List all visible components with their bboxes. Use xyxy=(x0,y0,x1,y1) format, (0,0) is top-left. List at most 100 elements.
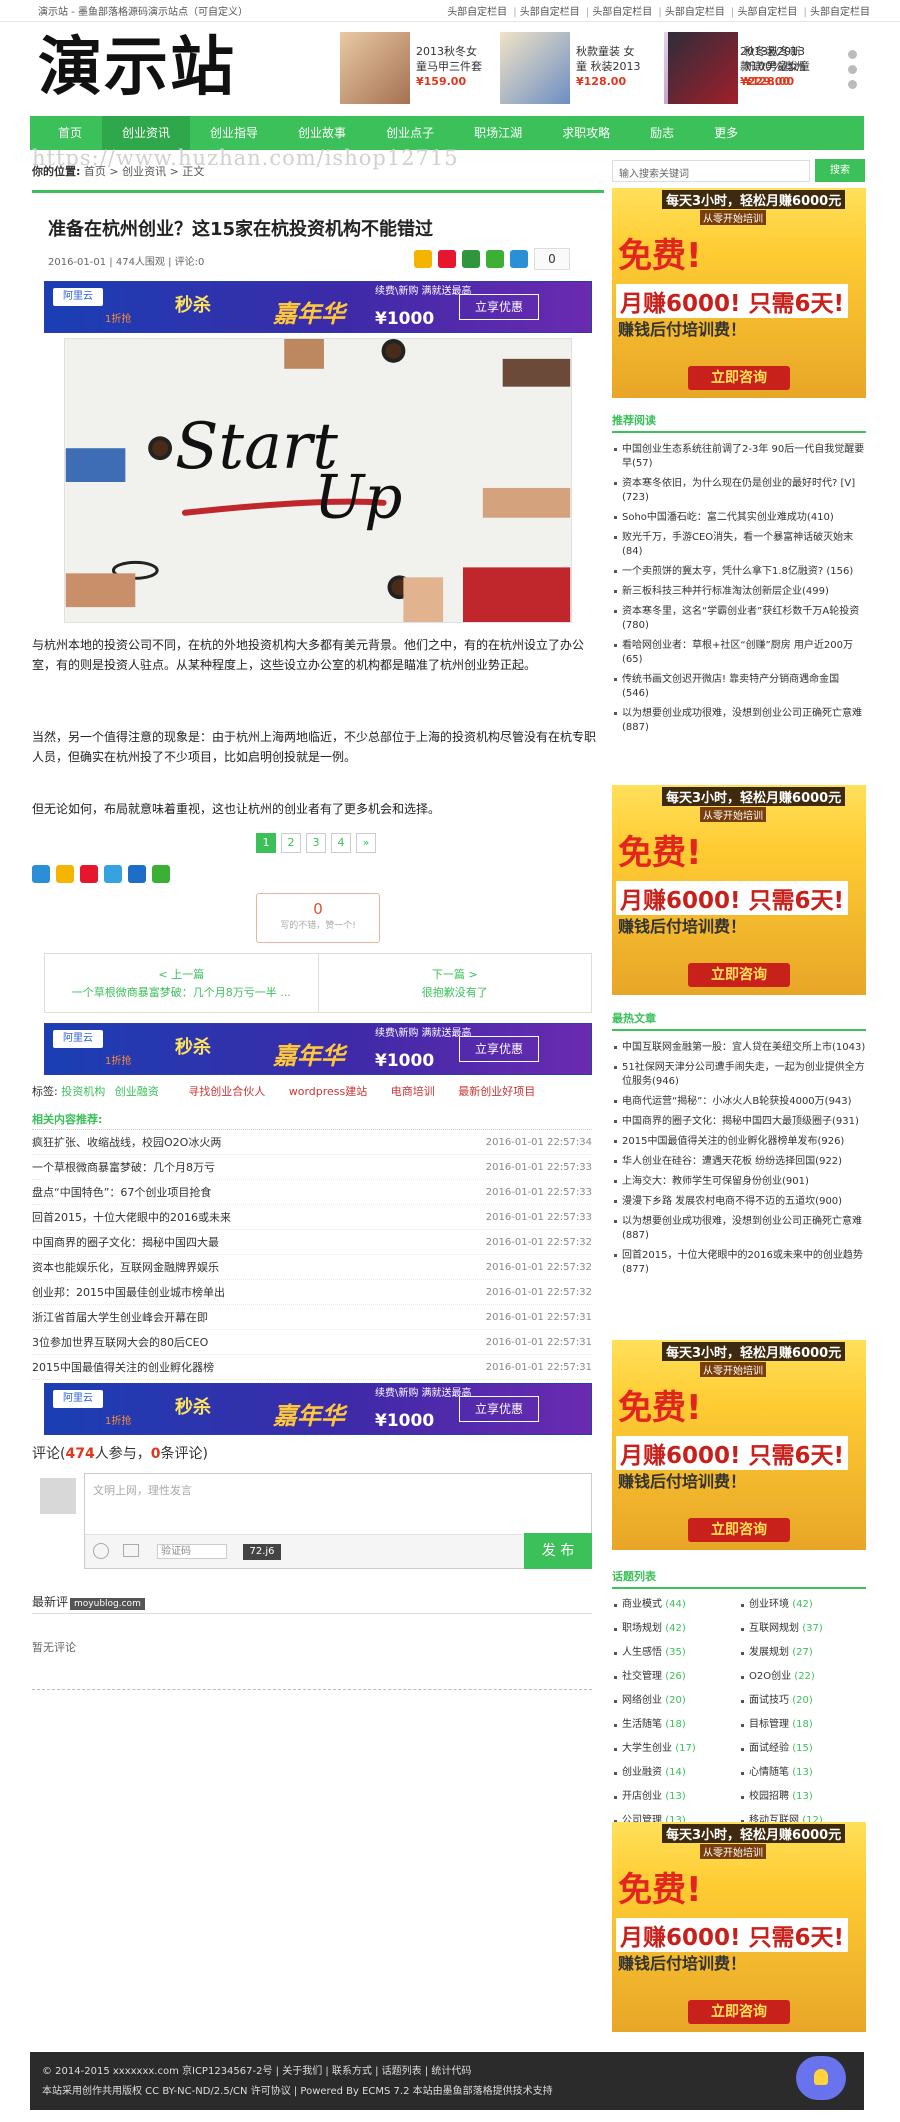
renren-icon[interactable] xyxy=(128,865,146,883)
nav-item-home[interactable]: 首页 xyxy=(38,116,102,150)
wechat-icon[interactable] xyxy=(486,250,504,268)
sidebar-ad[interactable]: 每天3小时，轻松月赚6000元 从零开始培训 免费! 月赚6000! 只需6天! 赚… xyxy=(612,785,866,995)
topic-item[interactable]: 校园招聘 (13) xyxy=(739,1788,866,1806)
topic-item[interactable]: 目标管理 (18) xyxy=(739,1716,866,1734)
plus-icon[interactable] xyxy=(32,865,50,883)
topic-item[interactable]: 面试经验 (15) xyxy=(739,1740,866,1758)
weibo-icon[interactable] xyxy=(80,865,98,883)
submit-comment-button[interactable]: 发 布 xyxy=(524,1533,592,1569)
list-item[interactable]: 回首2015，十位大佬眼中的2016或未来中的创业趋势(877) xyxy=(612,1246,866,1280)
list-item[interactable]: 传统书画文创迟开微店! 靠卖特产分销商遇命金国(546) xyxy=(612,670,866,704)
top-link[interactable]: 头部自定栏目 xyxy=(665,7,725,18)
tag-link[interactable]: 创业融资 xyxy=(115,1085,159,1098)
topic-item[interactable]: O2O创业 (22) xyxy=(739,1668,866,1686)
star-icon[interactable] xyxy=(414,250,432,268)
list-item[interactable]: 2015中国最值得关注的创业孵化器榜 2016-01-01 22:57:31 xyxy=(32,1355,592,1380)
list-item[interactable]: 一个卖煎饼的冀太亨，凭什么拿下1.8亿融资? (156) xyxy=(612,562,866,582)
list-item[interactable]: 资本寒冬里，这名“学霸创业者”获红杉数千万A轮投资(780) xyxy=(612,602,866,636)
captcha-input[interactable]: 验证码 xyxy=(157,1544,227,1559)
tag-link[interactable]: 投资机构 xyxy=(61,1085,105,1098)
nav-item-story[interactable]: 创业故事 xyxy=(278,116,366,150)
list-item[interactable]: 资本寒冬依旧，为什么现在仍是创业的最好时代? [V](723) xyxy=(612,474,866,508)
list-item[interactable]: 电商代运营“揭秘”：小冰火人B轮获投4000万(943) xyxy=(612,1092,866,1112)
list-item[interactable]: 2015中国最值得关注的创业孵化器榜单发布(926) xyxy=(612,1132,866,1152)
promo-link[interactable]: 最新创业好项目 xyxy=(458,1085,535,1098)
header-ad[interactable]: 秋款童装 女童 秋装2013 ¥128.00 xyxy=(500,32,658,104)
list-item[interactable]: 败光千万，手游CEO消失，看一个暴富神话破灭始末(84) xyxy=(612,528,866,562)
topic-item[interactable]: 职场规划 (42) xyxy=(612,1620,739,1638)
sidebar-ad[interactable]: 每天3小时，轻松月赚6000元 从零开始培训 免费! 月赚6000! 只需6天! 赚… xyxy=(612,1340,866,1550)
topic-item[interactable]: 创业融资 (14) xyxy=(612,1764,739,1782)
topic-item[interactable]: 社交管理 (26) xyxy=(612,1668,739,1686)
promo-banner[interactable]: 阿里云 秒杀 1折抢 嘉年华 续费\新购 满就送最高 ¥1000 立享优惠 xyxy=(44,281,592,333)
top-link[interactable]: 头部自定栏目 xyxy=(810,7,870,18)
list-item[interactable]: Soho中国潘石屹：富二代其实创业难成功(410) xyxy=(612,508,866,528)
list-item[interactable]: 中国商界的圈子文化：揭秘中国四大最 2016-01-01 22:57:32 xyxy=(32,1230,592,1255)
list-item[interactable]: 新三板科技三种并行标准淘汰创新层企业(499) xyxy=(612,582,866,602)
consult-button[interactable]: 立即咨询 xyxy=(688,2000,790,2024)
topic-item[interactable]: 面试技巧 (20) xyxy=(739,1692,866,1710)
topic-item[interactable]: 发展规划 (27) xyxy=(739,1644,866,1662)
top-link[interactable]: 头部自定栏目 xyxy=(520,7,580,18)
list-item[interactable]: 浙江省首届大学生创业峰会开幕在即 2016-01-01 22:57:31 xyxy=(32,1305,592,1330)
list-item[interactable]: 中国商界的圈子文化：揭秘中国四大最顶级圈子(931) xyxy=(612,1112,866,1132)
weibo-icon[interactable] xyxy=(438,250,456,268)
list-item[interactable]: 以为想要创业成功很难，没想到创业公司正确死亡意难(887) xyxy=(612,1212,866,1246)
list-item[interactable]: 一个草根微商暴富梦破：几个月8万亏 2016-01-01 22:57:33 xyxy=(32,1155,592,1180)
page-link[interactable]: 3 xyxy=(306,833,326,853)
topic-item[interactable]: 开店创业 (13) xyxy=(612,1788,739,1806)
header-ad-4[interactable]: 秋冬装2013 新款男童女童 ¥128.00 xyxy=(668,32,826,104)
breadcrumb-path[interactable]: 首页 > 创业资讯 > 正文 xyxy=(84,165,204,178)
list-item[interactable]: 漫漫下乡路 发展农村电商不得不迈的五道坎(900) xyxy=(612,1192,866,1212)
list-item[interactable]: 以为想要创业成功很难，没想到创业公司正确死亡意难(887) xyxy=(612,704,866,738)
wechat-icon[interactable] xyxy=(152,865,170,883)
sidebar-ad[interactable]: 每天3小时，轻松月赚6000元 从零开始培训 免费! 月赚6000! 只需6天! 赚… xyxy=(612,188,866,398)
nav-item-inspire[interactable]: 励志 xyxy=(630,116,694,150)
list-item[interactable]: 疯狂扩张、收缩战线，校园O2O冰火两 2016-01-01 22:57:34 xyxy=(32,1130,592,1155)
topic-item[interactable]: 商业模式 (44) xyxy=(612,1596,739,1614)
prev-article[interactable]: < 上一篇 一个草根微商暴富梦破：几个月8万亏一半 ... xyxy=(45,954,318,1012)
topic-item[interactable]: 创业环境 (42) xyxy=(739,1596,866,1614)
slider-dots[interactable] xyxy=(848,50,860,95)
list-item[interactable]: 资本也能娱乐化，互联网金融牌界娱乐 2016-01-01 22:57:32 xyxy=(32,1255,592,1280)
nav-item-ideas[interactable]: 创业点子 xyxy=(366,116,454,150)
site-logo[interactable]: 演示站 xyxy=(38,28,236,108)
nav-item-jobs[interactable]: 求职攻略 xyxy=(542,116,630,150)
topic-item[interactable]: 心情随笔 (13) xyxy=(739,1764,866,1782)
sidebar-ad[interactable]: 每天3小时，轻松月赚6000元 从零开始培训 免费! 月赚6000! 只需6天! 赚… xyxy=(612,1822,866,2032)
list-item[interactable]: 盘点“中国特色”：67个创业项目抢食 2016-01-01 22:57:33 xyxy=(32,1180,592,1205)
top-link[interactable]: 头部自定栏目 xyxy=(447,7,507,18)
topic-item[interactable]: 互联网规划 (37) xyxy=(739,1620,866,1638)
consult-button[interactable]: 立即咨询 xyxy=(688,1518,790,1542)
like-button[interactable]: 0 写的不错，赞一个! xyxy=(256,893,380,943)
douban-icon[interactable] xyxy=(462,250,480,268)
nav-item-guide[interactable]: 创业指导 xyxy=(190,116,278,150)
list-item[interactable]: 3位参加世界互联网大会的80后CEO 2016-01-01 22:57:31 xyxy=(32,1330,592,1355)
promo-link[interactable]: 寻找创业合伙人 xyxy=(188,1085,265,1098)
list-item[interactable]: 创业邦：2015中国最佳创业城市榜单出 2016-01-01 22:57:32 xyxy=(32,1280,592,1305)
star-icon[interactable] xyxy=(56,865,74,883)
banner-button[interactable]: 立享优惠 xyxy=(459,1036,539,1062)
consult-button[interactable]: 立即咨询 xyxy=(688,963,790,987)
list-item[interactable]: 中国创业生态系统往前调了2-3年 90后一代自我觉醒要早(57) xyxy=(612,440,866,474)
banner-button[interactable]: 立享优惠 xyxy=(459,294,539,320)
topic-item[interactable]: 大学生创业 (17) xyxy=(612,1740,739,1758)
nav-item-news[interactable]: 创业资讯 xyxy=(102,116,191,150)
promo-banner[interactable]: 阿里云 秒杀 1折抢 嘉年华 续费\新购 满就送最高 ¥1000 立享优惠 xyxy=(44,1383,592,1435)
topic-item[interactable]: 网络创业 (20) xyxy=(612,1692,739,1710)
list-item[interactable]: 上海交大：教师学生可保留身份创业(901) xyxy=(612,1172,866,1192)
feedback-button[interactable] xyxy=(796,2056,846,2100)
search-button[interactable]: 搜索 xyxy=(815,159,865,182)
page-link[interactable]: 2 xyxy=(281,833,301,853)
qzone-icon[interactable] xyxy=(104,865,122,883)
topic-item[interactable]: 生活随笔 (18) xyxy=(612,1716,739,1734)
promo-link[interactable]: wordpress建站 xyxy=(289,1085,368,1098)
page-link[interactable]: 1 xyxy=(256,833,276,853)
promo-link[interactable]: 电商培训 xyxy=(391,1085,435,1098)
image-icon[interactable] xyxy=(123,1544,139,1557)
list-item[interactable]: 中国互联网金融第一股：宜人贷在美纽交所上市(1043) xyxy=(612,1038,866,1058)
next-article[interactable]: 下一篇 > 很抱歉没有了 xyxy=(317,954,592,1012)
search-input[interactable]: 输入搜索关键词 xyxy=(612,160,810,182)
consult-button[interactable]: 立即咨询 xyxy=(688,366,790,390)
plus-icon[interactable] xyxy=(510,250,528,268)
